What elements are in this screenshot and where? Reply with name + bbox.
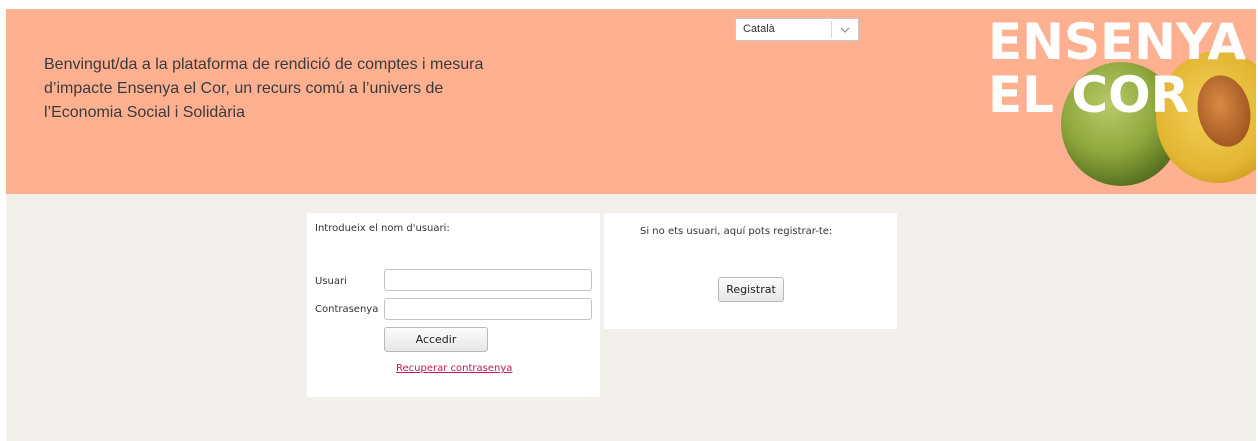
password-label: Contrasenya xyxy=(315,304,379,315)
header-banner: Benvingut/da a la plataforma de rendició… xyxy=(6,9,1256,194)
register-panel: Si no ets usuari, aquí pots registrar-te… xyxy=(604,213,897,329)
recover-password-link[interactable]: Recuperar contrasenya xyxy=(396,363,512,374)
welcome-text: Benvingut/da a la plataforma de rendició… xyxy=(44,56,484,121)
select-divider xyxy=(831,21,832,38)
ensenya-el-cor-logo: ENSENYA EL COR xyxy=(968,9,1256,194)
logo-line2: EL COR xyxy=(988,66,1189,124)
login-panel: Introdueix el nom d'usuari: Usuari Contr… xyxy=(307,213,600,397)
page-frame: Benvingut/da a la plataforma de rendició… xyxy=(6,9,1256,441)
username-input[interactable] xyxy=(384,269,592,291)
login-button[interactable]: Accedir xyxy=(384,327,488,352)
logo-line1: ENSENYA xyxy=(988,13,1246,71)
language-select-value: Català xyxy=(743,23,775,35)
language-select[interactable]: Català xyxy=(735,18,859,41)
username-label: Usuari xyxy=(315,276,347,287)
login-intro: Introdueix el nom d'usuari: xyxy=(315,223,450,234)
password-input[interactable] xyxy=(384,298,592,320)
register-intro: Si no ets usuari, aquí pots registrar-te… xyxy=(640,226,833,237)
register-button[interactable]: Registrat xyxy=(718,277,784,302)
chevron-down-icon xyxy=(837,23,853,37)
